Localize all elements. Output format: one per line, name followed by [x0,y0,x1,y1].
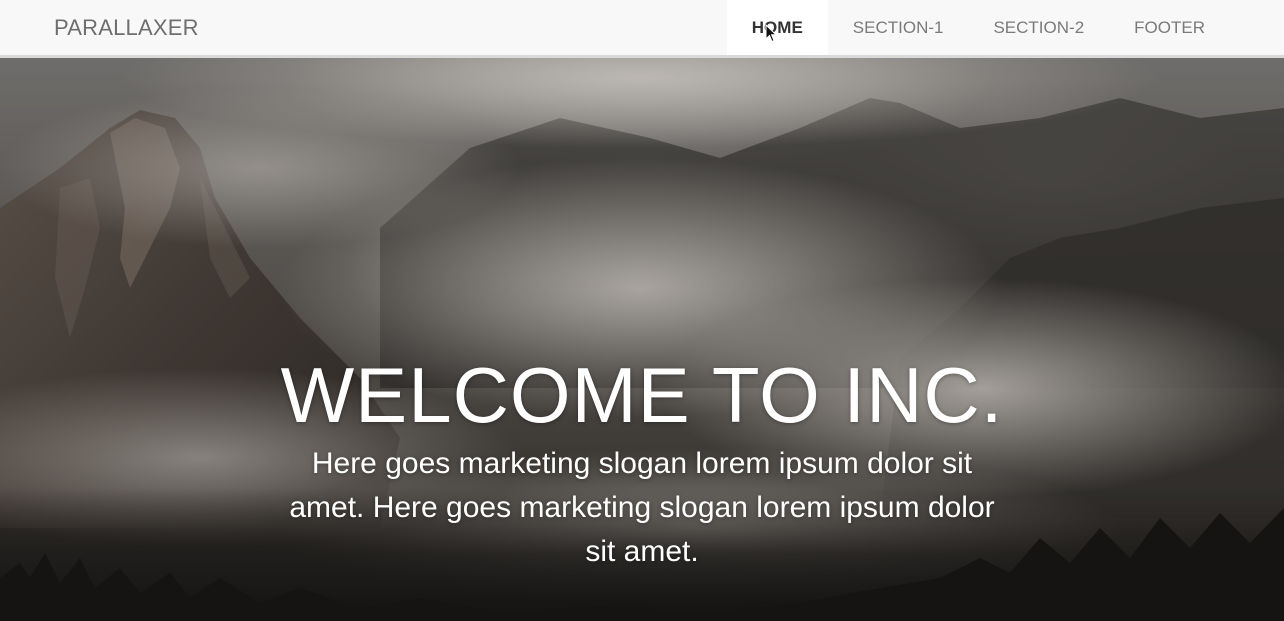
nav-item-label: HOME [751,17,803,37]
hero-section: WELCOME TO INC. Here goes marketing slog… [0,58,1284,621]
nav-item-home[interactable]: HOME [726,0,828,55]
brand-logo[interactable]: PARALLAXER [54,15,199,41]
nav-item-label: SECTION-1 [852,17,944,37]
navbar: PARALLAXER HOME SECTION-1 SECTION-2 FOOT… [0,0,1284,58]
nav-item-footer[interactable]: FOOTER [1109,0,1230,55]
hero-content: WELCOME TO INC. Here goes marketing slog… [0,352,1284,574]
nav-item-label: FOOTER [1134,17,1205,37]
hero-slogan: Here goes marketing slogan lorem ipsum d… [289,447,995,568]
hero-title: WELCOME TO INC. [280,351,1004,439]
nav-menu: HOME SECTION-1 SECTION-2 FOOTER [726,0,1230,55]
nav-item-section-1[interactable]: SECTION-1 [828,0,969,55]
nav-item-label: SECTION-2 [993,17,1085,37]
nav-item-section-2[interactable]: SECTION-2 [968,0,1109,55]
arrow-pointer-icon [765,24,777,43]
